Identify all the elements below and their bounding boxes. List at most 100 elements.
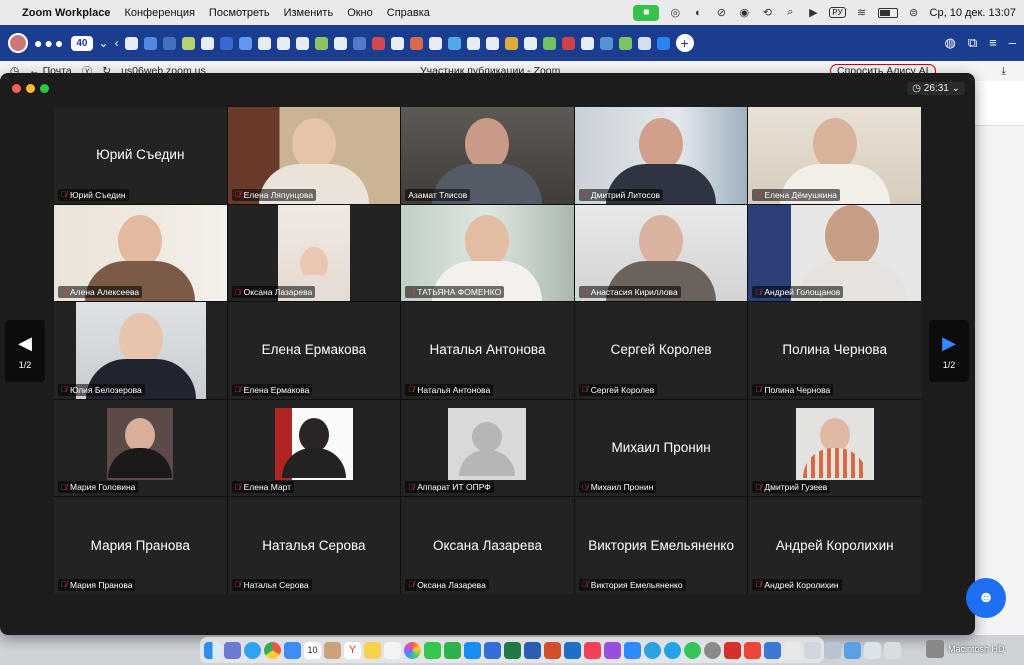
profile-avatar[interactable] [8,33,28,53]
app-icon[interactable] [824,641,841,659]
anydesk-icon[interactable] [744,641,761,659]
reminders-icon[interactable] [384,641,401,659]
tab-favicon[interactable] [276,36,290,50]
zoom-app-icon[interactable] [624,641,641,659]
minimize-window-button[interactable] [26,84,35,93]
participant-tile[interactable]: Андрей Королихин 🎙̸ Андрей Королихин [748,497,921,594]
search-icon[interactable]: ⌕ [783,6,797,19]
system-settings-icon[interactable] [704,641,721,659]
app-icon[interactable] [764,641,781,659]
wifi-icon[interactable]: ≋ [855,6,869,19]
menu-conference[interactable]: Конференция [124,7,194,19]
participant-tile[interactable]: Елена Ермакова 🎙̸ Елена Ермакова [227,302,401,399]
tab-favicon[interactable] [352,36,366,50]
play-icon[interactable]: ▶ [806,6,820,19]
participant-tile[interactable]: Мария Пранова 🎙̸ Мария Пранова [54,497,227,594]
participant-tile[interactable]: 🎙̸ Мария Головина [54,399,227,497]
participant-tile[interactable]: 🎙̸ Анастасия Кириллова [574,204,748,302]
profile-icon[interactable]: ◍ [945,35,956,51]
participant-tile[interactable]: 🎙̸ Юлия Белозерова [54,302,227,399]
participant-tile[interactable]: 🎙̸ Дмитрий Литосов [574,107,748,204]
calendar-icon[interactable]: 10 [304,641,321,659]
notes-icon[interactable] [364,641,381,659]
battery-icon[interactable] [877,7,898,18]
menu-window[interactable]: Окно [347,7,373,19]
facetime-icon[interactable] [444,641,461,659]
telegram-icon[interactable] [644,641,661,659]
participant-tile-active-speaker[interactable]: Азамат Тлисов [401,107,574,204]
camera-in-use-icon[interactable]: ■ [633,4,660,21]
menu-edit[interactable]: Изменить [284,7,334,19]
keynote-icon[interactable] [484,641,501,659]
menu-view[interactable]: Посмотреть [209,7,270,19]
menubar-datetime[interactable]: Ср, 10 дек. 13:07 [930,7,1016,19]
participant-tile[interactable]: Полина Чернова 🎙̸ Полина Чернова [748,302,921,399]
participant-tile[interactable]: 🎙̸ Аппарат ИТ ОПРФ [401,399,574,497]
clock-history-icon[interactable]: ⟲ [760,6,774,19]
tab-favicon[interactable] [238,36,252,50]
participant-tile[interactable]: Виктория Емельяненко 🎙̸ Виктория Емельяне… [574,497,748,594]
tab-favicon[interactable] [314,36,328,50]
tab-favicon[interactable] [295,36,309,50]
status-icon-4[interactable]: ◉ [737,6,751,19]
tab-favicon[interactable] [466,36,480,50]
fullscreen-window-button[interactable] [40,84,49,93]
status-icon-1[interactable]: ◎ [668,6,682,19]
tab-favicon[interactable] [580,36,594,50]
participant-tile[interactable]: Оксана Лазарева 🎙̸ Оксана Лазарева [401,497,574,594]
tab-favicon[interactable] [428,36,442,50]
menu-help[interactable]: Справка [387,7,430,19]
participant-tile[interactable]: 🎙̸ Андрей Голощанов [748,204,921,302]
tab-favicon[interactable] [409,36,423,50]
control-center-icon[interactable]: ⊜ [907,6,921,19]
tab-favicon[interactable] [124,36,138,50]
tab-favicon[interactable] [542,36,556,50]
next-page-button[interactable]: ▶ 1/2 [929,320,969,382]
previous-page-button[interactable]: ◀ 1/2 [5,320,45,382]
tab-count-badge[interactable]: 40 [71,35,93,51]
outlook-icon[interactable] [564,641,581,659]
app-icon[interactable] [864,641,881,659]
tab-favicon[interactable] [390,36,404,50]
powerpoint-icon[interactable] [544,641,561,659]
safari-icon[interactable] [244,641,261,659]
back-arrow-icon[interactable]: ‹ [115,36,119,50]
participant-tile[interactable]: 🎙̸ Елена Ляпунцова [227,107,401,204]
app-icon[interactable] [804,641,821,659]
tab-favicon[interactable] [618,36,632,50]
tab-favicon[interactable] [599,36,613,50]
tab-favicon[interactable] [333,36,347,50]
participant-tile[interactable]: 🎙̸ Елена Дёмушкина [748,107,921,204]
participant-tile[interactable]: 🎙̸ Оксана Лазарева [227,204,401,302]
meeting-timer[interactable]: ◷ 26:31 ⌄ [907,82,965,95]
messages-icon[interactable] [424,641,441,659]
app-store-icon[interactable] [464,641,481,659]
skype-icon[interactable] [664,641,681,659]
tab-favicon[interactable] [162,36,176,50]
participant-tile[interactable]: 🎙̸ Дмитрий Гузеев [748,399,921,497]
window-controls[interactable]: ●●● [34,35,65,51]
menu-app-name[interactable]: Zoom Workplace [22,7,110,19]
podcasts-icon[interactable] [604,641,621,659]
participant-tile[interactable]: Наталья Серова 🎙̸ Наталья Серова [227,497,401,594]
participant-tile[interactable]: Сергей Королев 🎙̸ Сергей Королев [574,302,748,399]
music-icon[interactable] [584,641,601,659]
tab-favicon[interactable] [257,36,271,50]
acrobat-icon[interactable] [724,641,741,659]
trash-icon[interactable] [884,641,901,659]
tab-favicon[interactable] [561,36,575,50]
download-icon[interactable]: ⤓ [1001,65,1006,78]
participant-tile[interactable]: Юрий Съедин 🎙̸ Юрий Съедин [54,107,227,204]
tab-favicon[interactable] [504,36,518,50]
app-icon[interactable] [784,641,801,659]
status-icon-3[interactable]: ⊘ [714,6,728,19]
whatsapp-icon[interactable] [684,641,701,659]
tab-favicon[interactable] [485,36,499,50]
tab-favicon[interactable] [523,36,537,50]
tab-favicon-active[interactable] [656,36,670,50]
chrome-icon[interactable] [264,641,281,659]
tabs-icon[interactable]: ⧉ [968,35,977,51]
finder-icon[interactable] [204,641,221,659]
tab-favicon[interactable] [143,36,157,50]
downloads-icon[interactable] [844,641,861,659]
